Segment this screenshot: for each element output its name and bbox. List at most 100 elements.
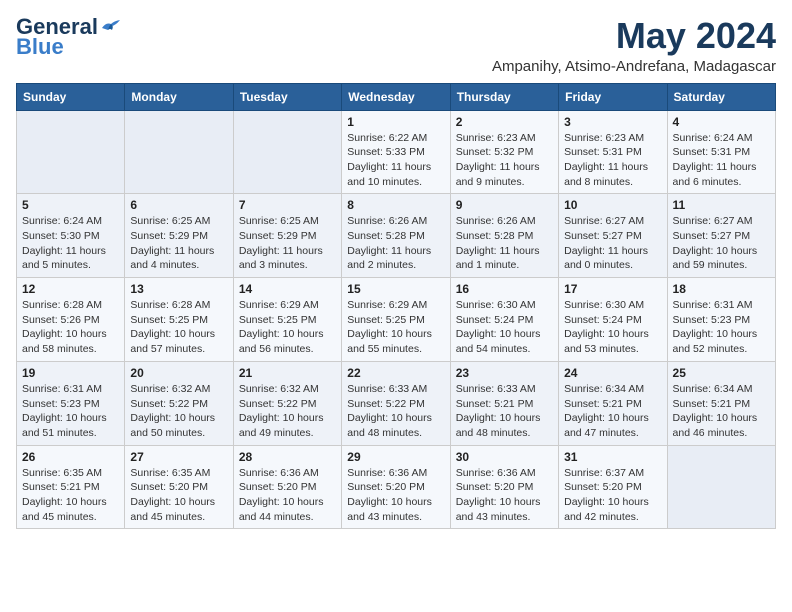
calendar-table: SundayMondayTuesdayWednesdayThursdayFrid… — [16, 83, 776, 530]
day-number: 31 — [564, 450, 661, 464]
calendar-cell: 20 Sunrise: 6:32 AMSunset: 5:22 PMDayligh… — [125, 361, 233, 445]
calendar-cell: 18 Sunrise: 6:31 AMSunset: 5:23 PMDayligh… — [667, 278, 775, 362]
day-info: Sunrise: 6:36 AMSunset: 5:20 PMDaylight:… — [456, 466, 553, 525]
calendar-cell: 28Sunrise: 6:36 AMSunset: 5:20 PMDayligh… — [233, 445, 341, 529]
day-info: Sunrise: 6:23 AMSunset: 5:32 PMDaylight:… — [456, 131, 553, 190]
day-number: 8 — [347, 198, 444, 212]
day-number: 20 — [130, 366, 227, 380]
day-info: Sunrise: 6:26 AMSunset: 5:28 PMDaylight:… — [456, 214, 553, 273]
calendar-cell: 3 Sunrise: 6:23 AMSunset: 5:31 PMDaylight… — [559, 110, 667, 194]
day-number: 16 — [456, 282, 553, 296]
calendar-cell: 15Sunrise: 6:29 AMSunset: 5:25 PMDayligh… — [342, 278, 450, 362]
calendar-cell: 10 Sunrise: 6:27 AMSunset: 5:27 PMDayligh… — [559, 194, 667, 278]
calendar-cell: 22 Sunrise: 6:33 AMSunset: 5:22 PMDayligh… — [342, 361, 450, 445]
day-info: Sunrise: 6:34 AMSunset: 5:21 PMDaylight:… — [564, 382, 661, 441]
day-number: 18 — [673, 282, 770, 296]
calendar-cell — [233, 110, 341, 194]
calendar-cell — [17, 110, 125, 194]
day-info: Sunrise: 6:35 AMSunset: 5:20 PMDaylight:… — [130, 466, 227, 525]
logo-blue: Blue — [16, 36, 64, 58]
day-number: 27 — [130, 450, 227, 464]
calendar-cell: 16 Sunrise: 6:30 AMSunset: 5:24 PMDayligh… — [450, 278, 558, 362]
day-number: 26 — [22, 450, 119, 464]
day-info: Sunrise: 6:23 AMSunset: 5:31 PMDaylight:… — [564, 131, 661, 190]
calendar-week-row: 12Sunrise: 6:28 AMSunset: 5:26 PMDayligh… — [17, 278, 776, 362]
day-info: Sunrise: 6:27 AMSunset: 5:27 PMDaylight:… — [673, 214, 770, 273]
day-info: Sunrise: 6:35 AMSunset: 5:21 PMDaylight:… — [22, 466, 119, 525]
day-number: 17 — [564, 282, 661, 296]
day-number: 23 — [456, 366, 553, 380]
weekday-header: Sunday — [17, 83, 125, 110]
day-number: 24 — [564, 366, 661, 380]
day-number: 2 — [456, 115, 553, 129]
calendar-cell: 14 Sunrise: 6:29 AMSunset: 5:25 PMDayligh… — [233, 278, 341, 362]
calendar-cell — [667, 445, 775, 529]
day-info: Sunrise: 6:31 AMSunset: 5:23 PMDaylight:… — [673, 298, 770, 357]
calendar-cell: 27 Sunrise: 6:35 AMSunset: 5:20 PMDayligh… — [125, 445, 233, 529]
calendar-cell: 5Sunrise: 6:24 AMSunset: 5:30 PMDaylight… — [17, 194, 125, 278]
day-info: Sunrise: 6:33 AMSunset: 5:22 PMDaylight:… — [347, 382, 444, 441]
day-info: Sunrise: 6:28 AMSunset: 5:26 PMDaylight:… — [22, 298, 119, 357]
day-info: Sunrise: 6:27 AMSunset: 5:27 PMDaylight:… — [564, 214, 661, 273]
calendar-cell: 7 Sunrise: 6:25 AMSunset: 5:29 PMDaylight… — [233, 194, 341, 278]
day-number: 19 — [22, 366, 119, 380]
calendar-cell: 13 Sunrise: 6:28 AMSunset: 5:25 PMDayligh… — [125, 278, 233, 362]
calendar-week-row: 5Sunrise: 6:24 AMSunset: 5:30 PMDaylight… — [17, 194, 776, 278]
calendar-cell: 23 Sunrise: 6:33 AMSunset: 5:21 PMDayligh… — [450, 361, 558, 445]
weekday-header: Saturday — [667, 83, 775, 110]
day-info: Sunrise: 6:29 AMSunset: 5:25 PMDaylight:… — [239, 298, 336, 357]
calendar-cell: 25 Sunrise: 6:34 AMSunset: 5:21 PMDayligh… — [667, 361, 775, 445]
day-number: 29 — [347, 450, 444, 464]
day-number: 14 — [239, 282, 336, 296]
calendar-cell: 21 Sunrise: 6:32 AMSunset: 5:22 PMDayligh… — [233, 361, 341, 445]
weekday-header: Thursday — [450, 83, 558, 110]
day-info: Sunrise: 6:24 AMSunset: 5:31 PMDaylight:… — [673, 131, 770, 190]
day-info: Sunrise: 6:31 AMSunset: 5:23 PMDaylight:… — [22, 382, 119, 441]
day-info: Sunrise: 6:30 AMSunset: 5:24 PMDaylight:… — [564, 298, 661, 357]
day-info: Sunrise: 6:28 AMSunset: 5:25 PMDaylight:… — [130, 298, 227, 357]
day-info: Sunrise: 6:22 AMSunset: 5:33 PMDaylight:… — [347, 131, 444, 190]
day-number: 21 — [239, 366, 336, 380]
day-number: 6 — [130, 198, 227, 212]
day-info: Sunrise: 6:36 AMSunset: 5:20 PMDaylight:… — [239, 466, 336, 525]
day-number: 15 — [347, 282, 444, 296]
calendar-cell: 6 Sunrise: 6:25 AMSunset: 5:29 PMDaylight… — [125, 194, 233, 278]
logo-bird-icon — [100, 18, 122, 36]
day-number: 13 — [130, 282, 227, 296]
day-number: 4 — [673, 115, 770, 129]
calendar-cell: 24 Sunrise: 6:34 AMSunset: 5:21 PMDayligh… — [559, 361, 667, 445]
calendar-week-row: 26 Sunrise: 6:35 AMSunset: 5:21 PMDayligh… — [17, 445, 776, 529]
day-info: Sunrise: 6:32 AMSunset: 5:22 PMDaylight:… — [130, 382, 227, 441]
day-number: 9 — [456, 198, 553, 212]
day-number: 1 — [347, 115, 444, 129]
calendar-cell: 2 Sunrise: 6:23 AMSunset: 5:32 PMDaylight… — [450, 110, 558, 194]
header: General Blue May 2024 Ampanihy, Atsimo-A… — [16, 16, 776, 75]
day-number: 10 — [564, 198, 661, 212]
day-info: Sunrise: 6:24 AMSunset: 5:30 PMDaylight:… — [22, 214, 119, 273]
calendar-cell: 8 Sunrise: 6:26 AMSunset: 5:28 PMDaylight… — [342, 194, 450, 278]
day-number: 7 — [239, 198, 336, 212]
day-number: 25 — [673, 366, 770, 380]
day-info: Sunrise: 6:26 AMSunset: 5:28 PMDaylight:… — [347, 214, 444, 273]
header-row: SundayMondayTuesdayWednesdayThursdayFrid… — [17, 83, 776, 110]
weekday-header: Monday — [125, 83, 233, 110]
title-area: May 2024 Ampanihy, Atsimo-Andrefana, Mad… — [492, 16, 776, 75]
day-info: Sunrise: 6:25 AMSunset: 5:29 PMDaylight:… — [130, 214, 227, 273]
calendar-cell — [125, 110, 233, 194]
weekday-header: Tuesday — [233, 83, 341, 110]
day-info: Sunrise: 6:32 AMSunset: 5:22 PMDaylight:… — [239, 382, 336, 441]
day-info: Sunrise: 6:30 AMSunset: 5:24 PMDaylight:… — [456, 298, 553, 357]
day-info: Sunrise: 6:33 AMSunset: 5:21 PMDaylight:… — [456, 382, 553, 441]
calendar-week-row: 1 Sunrise: 6:22 AMSunset: 5:33 PMDaylight… — [17, 110, 776, 194]
logo: General Blue — [16, 16, 122, 58]
day-info: Sunrise: 6:25 AMSunset: 5:29 PMDaylight:… — [239, 214, 336, 273]
day-number: 3 — [564, 115, 661, 129]
day-number: 22 — [347, 366, 444, 380]
day-info: Sunrise: 6:34 AMSunset: 5:21 PMDaylight:… — [673, 382, 770, 441]
calendar-cell: 30Sunrise: 6:36 AMSunset: 5:20 PMDayligh… — [450, 445, 558, 529]
weekday-header: Wednesday — [342, 83, 450, 110]
calendar-cell: 17 Sunrise: 6:30 AMSunset: 5:24 PMDayligh… — [559, 278, 667, 362]
calendar-week-row: 19 Sunrise: 6:31 AMSunset: 5:23 PMDayligh… — [17, 361, 776, 445]
calendar-cell: 12Sunrise: 6:28 AMSunset: 5:26 PMDayligh… — [17, 278, 125, 362]
calendar-cell: 31Sunrise: 6:37 AMSunset: 5:20 PMDayligh… — [559, 445, 667, 529]
